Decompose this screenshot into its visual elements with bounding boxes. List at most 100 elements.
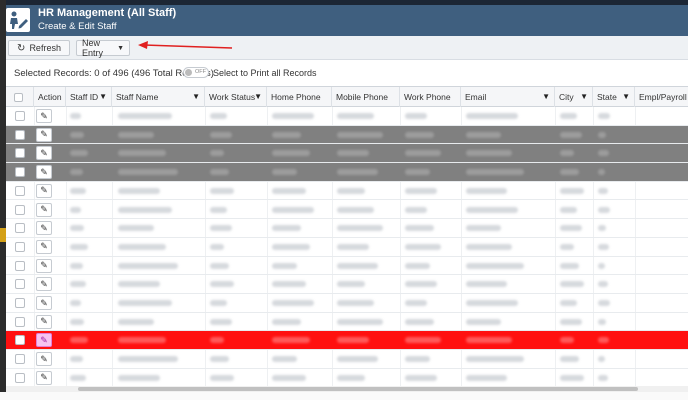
table-row[interactable]: ✎ (6, 163, 688, 182)
redacted-cell (598, 169, 605, 176)
header-select-all (6, 87, 34, 107)
table-row[interactable]: ✎ (6, 107, 688, 126)
row-checkbox[interactable] (15, 279, 25, 290)
edit-pencil-icon[interactable]: ✎ (36, 370, 52, 385)
table-row[interactable]: ✎ (6, 201, 688, 220)
edit-pencil-icon[interactable]: ✎ (36, 165, 52, 180)
edit-pencil-icon[interactable]: ✎ (36, 109, 52, 123)
redacted-cell (560, 262, 579, 269)
table-row[interactable]: ✎ (6, 125, 688, 145)
redacted-cell (118, 131, 154, 138)
print-all-toggle[interactable]: OFF (183, 67, 209, 78)
table-row[interactable]: ✎ (6, 238, 688, 257)
column-header-label: Staff ID (70, 92, 99, 102)
redacted-cell (210, 318, 232, 325)
column-header-staff-name[interactable]: Staff Name ▼ (112, 87, 205, 107)
redacted-cell (118, 169, 178, 176)
table-row[interactable]: ✎ (6, 257, 688, 276)
column-header-empl-payroll-id[interactable]: Empl/Payroll ID (635, 87, 688, 107)
refresh-button[interactable]: ↻ Refresh (8, 40, 70, 56)
redacted-cell (210, 374, 234, 381)
redacted-cell (118, 356, 178, 363)
filter-icon[interactable]: ▼ (254, 92, 262, 101)
select-all-checkbox[interactable] (14, 92, 23, 102)
filter-icon[interactable]: ▼ (192, 92, 200, 101)
column-header-state[interactable]: State ▼ (593, 87, 635, 107)
redacted-cell (466, 131, 501, 138)
row-checkbox[interactable] (15, 372, 25, 383)
redacted-cell (210, 281, 234, 288)
redacted-cell (598, 150, 609, 157)
redacted-cell (272, 374, 306, 381)
redacted-cell (337, 169, 378, 176)
table-row[interactable]: ✎ (6, 313, 688, 332)
redacted-cell (70, 262, 83, 269)
column-header-work-status[interactable]: Work Status ▼ (205, 87, 267, 107)
edit-pencil-icon[interactable]: ✎ (36, 183, 52, 198)
row-checkbox[interactable] (15, 316, 25, 327)
row-checkbox[interactable] (15, 204, 25, 215)
table-row[interactable]: ✎ (6, 182, 688, 201)
column-header-city[interactable]: City ▼ (555, 87, 593, 107)
row-checkbox[interactable] (15, 298, 25, 308)
redacted-cell (337, 131, 383, 138)
edit-pencil-icon[interactable]: ✎ (36, 296, 52, 310)
edit-pencil-icon[interactable]: ✎ (36, 127, 52, 142)
redacted-cell (118, 243, 166, 250)
redacted-cell (70, 131, 84, 138)
redacted-cell (466, 318, 501, 325)
edit-pencil-icon[interactable]: ✎ (36, 202, 52, 217)
column-header-work-phone[interactable]: Work Phone (400, 87, 461, 107)
filter-icon[interactable]: ▼ (99, 92, 107, 101)
column-header-home-phone[interactable]: Home Phone (267, 87, 332, 107)
redacted-cell (598, 262, 605, 269)
table-row[interactable]: ✎ (6, 331, 688, 351)
edit-pencil-icon[interactable]: ✎ (36, 277, 52, 292)
app-header: HR Management (All Staff) Create & Edit … (0, 0, 688, 36)
table-row[interactable]: ✎ (6, 219, 688, 238)
row-checkbox[interactable] (15, 354, 25, 365)
row-checkbox[interactable] (15, 148, 25, 159)
table-row[interactable]: ✎ (6, 369, 688, 386)
edit-pencil-icon[interactable]: ✎ (36, 258, 52, 273)
table-row[interactable]: ✎ (6, 294, 688, 313)
redacted-cell (466, 262, 524, 269)
column-header-mobile-phone[interactable]: Mobile Phone (332, 87, 400, 107)
redacted-cell (598, 356, 605, 363)
row-checkbox[interactable] (15, 241, 25, 252)
redacted-cell (337, 300, 374, 306)
redacted-cell (466, 300, 518, 306)
row-checkbox[interactable] (15, 167, 25, 178)
scrollbar-thumb[interactable] (78, 387, 638, 391)
column-header-email[interactable]: Email ▼ (461, 87, 555, 107)
redacted-cell (272, 281, 306, 288)
row-checkbox[interactable] (15, 260, 25, 271)
row-checkbox[interactable] (15, 111, 25, 121)
redacted-cell (560, 318, 582, 325)
redacted-cell (70, 356, 83, 363)
redacted-cell (466, 374, 507, 381)
redacted-cell (560, 150, 574, 157)
edit-pencil-icon[interactable]: ✎ (36, 146, 52, 161)
filter-icon[interactable]: ▼ (580, 92, 588, 101)
redacted-cell (118, 225, 154, 232)
row-checkbox[interactable] (15, 185, 25, 196)
edit-pencil-icon[interactable]: ✎ (36, 221, 52, 236)
edit-pencil-icon[interactable]: ✎ (36, 314, 52, 329)
column-header-label: State (597, 92, 617, 102)
table-row[interactable]: ✎ (6, 350, 688, 369)
filter-icon[interactable]: ▼ (622, 92, 630, 101)
new-entry-dropdown[interactable]: New Entry ▼ (76, 38, 130, 58)
row-checkbox[interactable] (15, 335, 25, 346)
table-row[interactable]: ✎ (6, 144, 688, 164)
edit-pencil-icon[interactable]: ✎ (36, 333, 52, 348)
row-checkbox[interactable] (15, 129, 25, 140)
table-row[interactable]: ✎ (6, 275, 688, 294)
row-checkbox[interactable] (15, 223, 25, 234)
filter-icon[interactable]: ▼ (542, 92, 550, 101)
edit-pencil-icon[interactable]: ✎ (36, 352, 52, 367)
redacted-cell (598, 187, 608, 194)
redacted-cell (598, 225, 606, 232)
column-header-staff-id[interactable]: Staff ID ▼ (66, 87, 112, 107)
edit-pencil-icon[interactable]: ✎ (36, 239, 52, 254)
